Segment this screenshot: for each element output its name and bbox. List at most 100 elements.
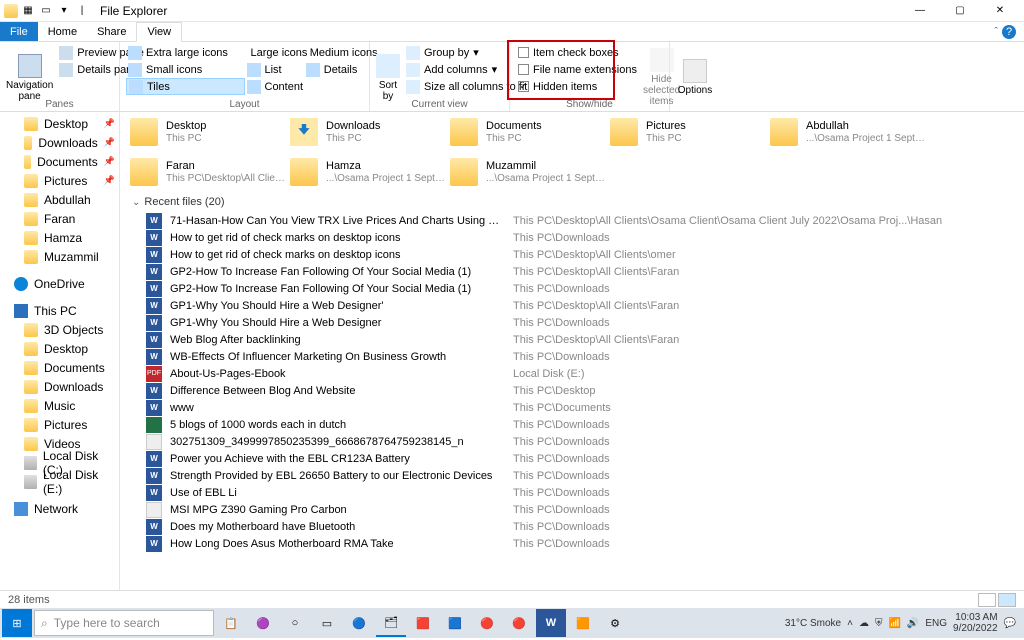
cortana-button[interactable]: ○ — [280, 609, 310, 637]
layout-details[interactable]: Details — [304, 61, 363, 78]
options-button[interactable]: Options — [676, 44, 714, 111]
item-checkboxes-toggle[interactable]: Item check boxes — [516, 44, 639, 61]
close-button[interactable]: ✕ — [980, 0, 1020, 22]
taskbar-chrome-1[interactable]: 🔴 — [472, 609, 502, 637]
taskbar-app-4[interactable]: 🟦 — [440, 609, 470, 637]
start-button[interactable]: ⊞ — [2, 609, 32, 637]
recent-file-row[interactable]: About-Us-Pages-EbookLocal Disk (E:) — [128, 365, 1016, 382]
app-icon — [4, 4, 18, 18]
details-view-icon[interactable] — [978, 593, 996, 607]
frequent-folder[interactable]: Muzammil...\Osama Project 1 Septe... — [448, 154, 608, 190]
nav-item[interactable]: Hamza — [0, 228, 119, 247]
clock[interactable]: 10:03 AM 9/20/2022 — [953, 612, 998, 634]
folder-icon — [14, 502, 28, 516]
tab-home[interactable]: Home — [38, 22, 87, 41]
recent-files-header[interactable]: Recent files (20) — [132, 196, 1016, 208]
tab-share[interactable]: Share — [87, 22, 136, 41]
recent-file-row[interactable]: 71-Hasan-How Can You View TRX Live Price… — [128, 212, 1016, 229]
taskbar-edge[interactable]: 🔵 — [344, 609, 374, 637]
file-extensions-toggle[interactable]: File name extensions — [516, 61, 639, 78]
nav-item[interactable]: Muzammil — [0, 247, 119, 266]
frequent-folder[interactable]: DocumentsThis PC — [448, 114, 608, 150]
notifications-icon[interactable]: 💬 — [1004, 618, 1016, 629]
layout-content[interactable]: Content — [245, 78, 364, 95]
frequent-folder[interactable]: PicturesThis PC — [608, 114, 768, 150]
frequent-folder[interactable]: Abdullah...\Osama Project 1 Septe... — [768, 114, 928, 150]
tray-overflow-icon[interactable]: ˄ — [847, 618, 853, 629]
nav-item[interactable]: Desktop📌 — [0, 114, 119, 133]
layout-md-icons[interactable]: Medium icons — [304, 44, 363, 61]
nav-item[interactable]: Pictures📌 — [0, 171, 119, 190]
nav-item[interactable]: Network — [0, 499, 119, 518]
nav-item[interactable]: Local Disk (E:) — [0, 472, 119, 491]
layout-xl-icons[interactable]: Extra large icons — [126, 44, 245, 61]
nav-item[interactable]: 3D Objects — [0, 320, 119, 339]
recent-file-row[interactable]: GP2-How To Increase Fan Following Of You… — [128, 263, 1016, 280]
layout-tiles[interactable]: Tiles — [126, 78, 245, 95]
frequent-folder[interactable]: Hamza...\Osama Project 1 Septe... — [288, 154, 448, 190]
ribbon-help[interactable]: ˆ? — [986, 22, 1024, 41]
qat-properties-icon[interactable]: ▦ — [20, 3, 36, 19]
recent-file-row[interactable]: GP1-Why You Should Hire a Web Designer'T… — [128, 297, 1016, 314]
taskbar-word[interactable]: W — [536, 609, 566, 637]
recent-file-row[interactable]: wwwThis PC\Documents — [128, 399, 1016, 416]
nav-item[interactable]: Faran — [0, 209, 119, 228]
nav-item[interactable]: Music — [0, 396, 119, 415]
tray-wifi-icon[interactable]: 📶 — [888, 618, 900, 629]
tray-volume-icon[interactable]: 🔊 — [907, 618, 919, 629]
layout-lg-icons[interactable]: Large icons — [245, 44, 304, 61]
taskbar-settings[interactable]: ⚙ — [600, 609, 630, 637]
hidden-items-toggle[interactable]: ✓Hidden items — [516, 78, 639, 95]
weather-widget[interactable]: 31°C Smoke — [785, 618, 841, 629]
tiles-view-icon[interactable] — [998, 593, 1016, 607]
taskbar-app-5[interactable]: 🟧 — [568, 609, 598, 637]
minimize-button[interactable]: — — [900, 0, 940, 22]
nav-item[interactable]: OneDrive — [0, 274, 119, 293]
search-icon: ⌕ — [41, 616, 48, 631]
taskbar-app-1[interactable]: 📋 — [216, 609, 246, 637]
nav-item[interactable]: Downloads — [0, 377, 119, 396]
ribbon-group-currentview: Sort by Group by ▾ Add columns ▾ Size al… — [370, 42, 510, 111]
recent-file-row[interactable]: MSI MPG Z390 Gaming Pro CarbonThis PC\Do… — [128, 501, 1016, 518]
nav-item[interactable]: Documents — [0, 358, 119, 377]
qat-dropdown-icon[interactable]: ▾ — [56, 3, 72, 19]
taskbar-search[interactable]: ⌕ Type here to search — [34, 610, 214, 636]
recent-file-row[interactable]: GP2-How To Increase Fan Following Of You… — [128, 280, 1016, 297]
recent-file-row[interactable]: 5 blogs of 1000 words each in dutchThis … — [128, 416, 1016, 433]
frequent-folder[interactable]: FaranThis PC\Desktop\All Clients — [128, 154, 288, 190]
layout-list[interactable]: List — [245, 61, 304, 78]
taskview-button[interactable]: ▭ — [312, 609, 342, 637]
taskbar-explorer[interactable]: 🗂 — [376, 609, 406, 637]
recent-file-row[interactable]: Power you Achieve with the EBL CR123A Ba… — [128, 450, 1016, 467]
nav-item[interactable]: Desktop — [0, 339, 119, 358]
taskbar-app-2[interactable]: 🟣 — [248, 609, 278, 637]
tray-lang-icon[interactable]: ENG — [925, 618, 947, 629]
taskbar-app-3[interactable]: 🟥 — [408, 609, 438, 637]
recent-file-row[interactable]: GP1-Why You Should Hire a Web DesignerTh… — [128, 314, 1016, 331]
maximize-button[interactable]: ▢ — [940, 0, 980, 22]
taskbar-chrome-2[interactable]: 🔴 — [504, 609, 534, 637]
nav-item[interactable]: Downloads📌 — [0, 133, 119, 152]
nav-item[interactable]: This PC — [0, 301, 119, 320]
recent-file-row[interactable]: Strength Provided by EBL 26650 Battery t… — [128, 467, 1016, 484]
nav-item[interactable]: Abdullah — [0, 190, 119, 209]
tray-network-icon[interactable]: ⛨ — [875, 618, 883, 629]
layout-sm-icons[interactable]: Small icons — [126, 61, 245, 78]
nav-item[interactable]: Documents📌 — [0, 152, 119, 171]
qat-newfolder-icon[interactable]: ▭ — [38, 3, 54, 19]
tray-onedrive-icon[interactable]: ☁ — [859, 618, 869, 629]
recent-file-row[interactable]: 302751309_3499997850235399_6668678764759… — [128, 433, 1016, 450]
tab-view[interactable]: View — [136, 22, 182, 42]
recent-file-row[interactable]: Web Blog After backlinkingThis PC\Deskto… — [128, 331, 1016, 348]
recent-file-row[interactable]: Difference Between Blog And WebsiteThis … — [128, 382, 1016, 399]
recent-file-row[interactable]: Does my Motherboard have BluetoothThis P… — [128, 518, 1016, 535]
recent-file-row[interactable]: Use of EBL LiThis PC\Downloads — [128, 484, 1016, 501]
recent-file-row[interactable]: How to get rid of check marks on desktop… — [128, 229, 1016, 246]
recent-file-row[interactable]: WB-Effects Of Influencer Marketing On Bu… — [128, 348, 1016, 365]
recent-file-row[interactable]: How to get rid of check marks on desktop… — [128, 246, 1016, 263]
recent-file-row[interactable]: How Long Does Asus Motherboard RMA TakeT… — [128, 535, 1016, 552]
nav-item[interactable]: Pictures — [0, 415, 119, 434]
tab-file[interactable]: File — [0, 22, 38, 41]
frequent-folder[interactable]: DownloadsThis PC — [288, 114, 448, 150]
frequent-folder[interactable]: DesktopThis PC — [128, 114, 288, 150]
